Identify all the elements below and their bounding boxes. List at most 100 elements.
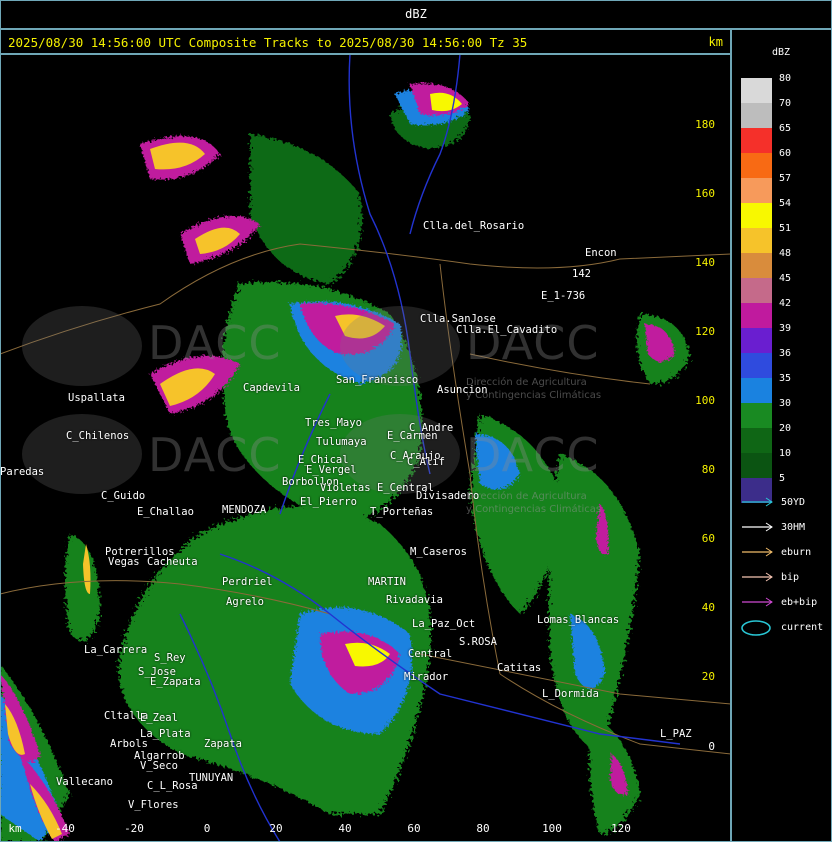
place-label: M_Caseros [410,546,467,558]
radar-map[interactable]: DACC DACC DACC DACC Dirección de Agricul… [0,54,731,842]
legend-swatch [741,328,772,353]
place-label: C_Alif [407,456,445,468]
place-label: Lomas_Blancas [537,614,620,626]
place-label: Rivadavia [386,594,443,606]
legend-swatch [741,78,772,103]
y-tick: 180 [695,118,715,131]
place-label: Mirador [404,671,449,683]
legend-swatch-label: 60 [779,148,792,159]
place-label: Perdriel [222,576,273,588]
place-label: V_Seco [140,760,178,772]
watermark-brand: DACC [148,316,282,370]
watermark-brand: DACC [466,428,600,482]
place-label: C_Guido [101,490,146,502]
legend-swatch-label: 42 [779,298,792,309]
legend-swatch [741,278,772,303]
legend-swatch-label: 80 [779,73,792,84]
legend-swatch [741,203,772,228]
legend-swatch-label: 5 [779,473,786,484]
place-label: Divisadero [416,490,480,502]
y-tick: 100 [695,394,715,407]
composite-header: 2025/08/30 14:56:00 UTC Composite Tracks… [8,35,528,50]
legend-swatch-label: 10 [779,448,792,459]
x-tick: -40 [55,822,75,835]
legend-swatch [741,353,772,378]
place-label: Capdevila [243,382,300,394]
place-label: C_Andre [409,422,454,434]
legend-swatch-label: 39 [779,323,792,334]
legend-swatch-label: 30 [779,398,792,409]
legend-swatch-label: 48 [779,248,792,259]
x-tick: 100 [542,822,562,835]
place-label: Clla.El_Cavadito [456,324,558,336]
y-tick: 140 [695,256,715,269]
y-tick: 0 [708,740,715,753]
legend-title: dBZ [772,47,791,58]
x-tick: 20 [269,822,283,835]
y-tick: 80 [701,463,715,476]
legend-swatch [741,153,772,178]
legend-swatch-label: 51 [779,223,792,234]
track-label: bip [781,572,800,583]
watermark-brand: DACC [148,428,282,482]
legend-swatch [741,303,772,328]
place-label: Zapata [204,738,242,750]
legend-swatch-label: 45 [779,273,792,284]
legend-swatch [741,103,772,128]
arrow-icon-eb-bip [742,597,773,607]
place-label: Tulumaya [316,436,367,448]
track-label: 30HM [781,522,806,533]
x-axis-unit: km [8,822,22,835]
y-tick: 120 [695,325,715,338]
place-label: E_Challao [137,506,194,518]
place-label: MARTIN [368,576,406,588]
legend-swatch [741,178,772,203]
place-label: E_Zeal [140,712,178,724]
legend-swatch-label: 65 [779,123,792,134]
x-tick: 80 [476,822,490,835]
current-ellipse-icon [741,620,771,636]
legend-swatch-label: 54 [779,198,792,209]
legend-swatch [741,453,772,478]
place-label: MENDOZA [222,504,267,516]
place-label: T_Porteñas [370,506,434,518]
header-unit: km [708,35,723,49]
x-tick: 60 [407,822,421,835]
legend-swatch [741,253,772,278]
legend-swatch [741,428,772,453]
track-label: current [781,622,824,633]
legend-swatch [741,378,772,403]
place-label: La_Paz_Oct [412,618,476,630]
place-label: S.ROSA [459,636,497,648]
legend-swatch-label: 70 [779,98,792,109]
y-tick: 40 [701,601,715,614]
legend-swatch [741,128,772,153]
track-label: eb+bip [781,597,818,608]
window-title: dBZ [405,7,427,21]
place-label: V_Flores [128,799,179,811]
place-label: Tres_Mayo [305,417,362,429]
x-tick: 120 [611,822,631,835]
arrow-icon-bip [742,572,773,582]
y-tick: 160 [695,187,715,200]
legend-swatch-label: 35 [779,373,792,384]
title-bar: dBZ [0,0,832,29]
place-label: E_Vergel [306,464,357,476]
y-tick: 20 [701,670,715,683]
watermark-subtitle: Dirección de Agricultura y Contingencias… [466,491,602,515]
y-tick: 60 [701,532,715,545]
place-label: 142 [572,268,591,280]
place-label: Violetas [320,482,371,494]
place-label: C_L_Rosa [147,780,198,792]
place-label: S_Rey [154,652,186,664]
arrow-icon-30hm [742,522,773,532]
place-label: Asuncion [437,384,488,396]
place-label: Paredas [0,466,45,478]
legend-swatch [741,228,772,253]
radar-svg [0,54,731,842]
track-label: 50YD [781,497,806,508]
place-label: Agrelo [226,596,264,608]
place-label: Vallecano [56,776,113,788]
place-label: El_Pierro [300,496,357,508]
place-label: Arbols [110,738,148,750]
